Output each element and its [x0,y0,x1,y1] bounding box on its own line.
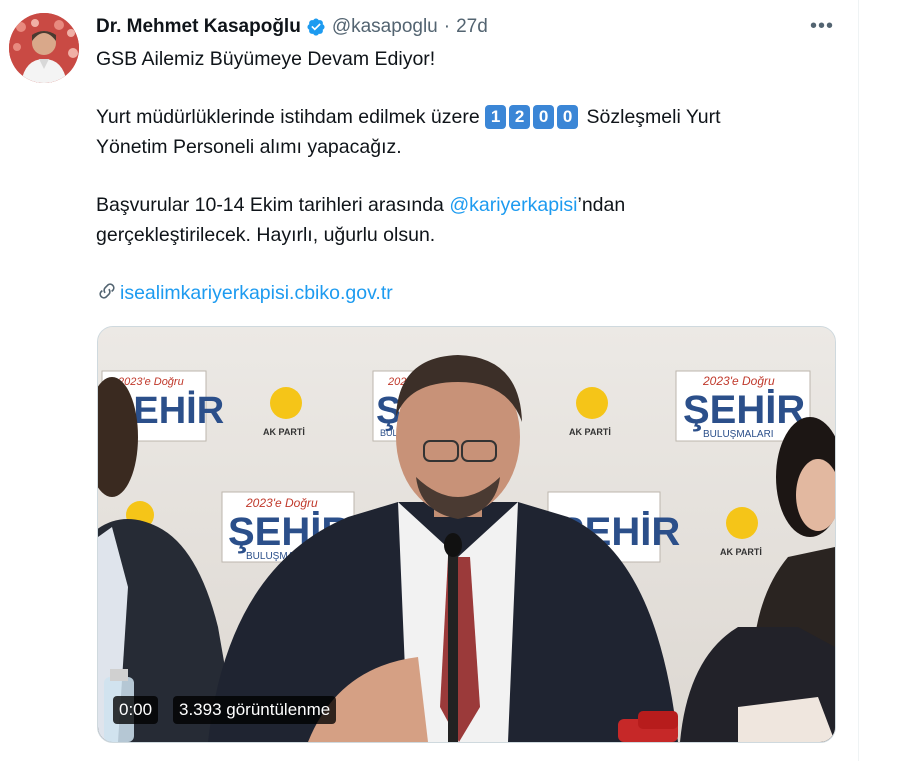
tweet-line-4-end: ’ndan [577,194,626,216]
svg-text:ŞEHİR: ŞEHİR [683,388,805,432]
digit-0-emoji: 0 [533,105,555,129]
tweet-line-1: GSB Ailemiz Büyümeye Devam Ediyor! [96,48,436,70]
svg-text:2023'e Doğru: 2023'e Doğru [245,496,318,510]
tweet-line-5: gerçekleştirilecek. Hayırlı, uğurlu olsu… [96,224,436,246]
svg-text:AK PARTİ: AK PARTİ [720,547,762,557]
tweet-line-4-start: Başvurular 10-14 Ekim tarihleri arasında [96,194,444,216]
tweet-header: Dr. Mehmet Kasapoğlu @kasapoglu · 27d [96,14,488,40]
avatar-image [9,13,79,83]
verified-badge-icon [306,17,326,37]
header-separator: · [443,16,451,37]
tweet-timestamp[interactable]: 27d [456,16,488,38]
svg-text:AK PARTİ: AK PARTİ [569,427,611,437]
video-player[interactable]: 2023'e Doğru ŞEHİR 2023'e Doğru ŞEHİR BU… [97,326,836,743]
author-handle[interactable]: @kasapoglu [332,16,438,38]
url-link-row[interactable]: isealimkariyerkapisi.cbiko.gov.tr [96,278,836,311]
tweet-line-2: Yurt müdürlüklerinde istihdam edilmek üz… [96,102,836,132]
tweet-line-2-end: Sözleşmeli Yurt [586,106,721,128]
tweet-line-3: Yönetim Personeli alımı yapacağız. [96,136,402,158]
svg-text:2023'e Doğru: 2023'e Doğru [702,374,775,388]
digit-1-emoji: 1 [485,105,507,129]
author-name[interactable]: Dr. Mehmet Kasapoğlu [96,16,301,38]
avatar[interactable] [9,13,79,83]
tweet-line-2-start: Yurt müdürlüklerinde istihdam edilmek üz… [96,106,480,128]
svg-text:2023'e Doğru: 2023'e Doğru [117,376,184,388]
link-icon [96,280,120,311]
mention-link[interactable]: @kariyerkapisi [449,194,577,216]
tweet-text: GSB Ailemiz Büyümeye Devam Ediyor! Yurt … [96,44,836,311]
digit-0-emoji-second: 0 [557,105,579,129]
more-options-icon[interactable]: ••• [808,12,836,40]
video-time-badge: 0:00 [113,696,159,724]
digit-2-emoji: 2 [509,105,531,129]
column-divider [858,0,859,761]
video-thumbnail: 2023'e Doğru ŞEHİR 2023'e Doğru ŞEHİR BU… [98,327,835,742]
video-views-badge: 3.393 görüntülenme [173,696,337,724]
svg-text:BULUŞMALARI: BULUŞMALARI [703,429,774,440]
tweet-line-4: Başvurular 10-14 Ekim tarihleri arasında… [96,190,836,220]
svg-text:AK PARTİ: AK PARTİ [263,427,305,437]
url-link[interactable]: isealimkariyerkapisi.cbiko.gov.tr [120,282,393,304]
